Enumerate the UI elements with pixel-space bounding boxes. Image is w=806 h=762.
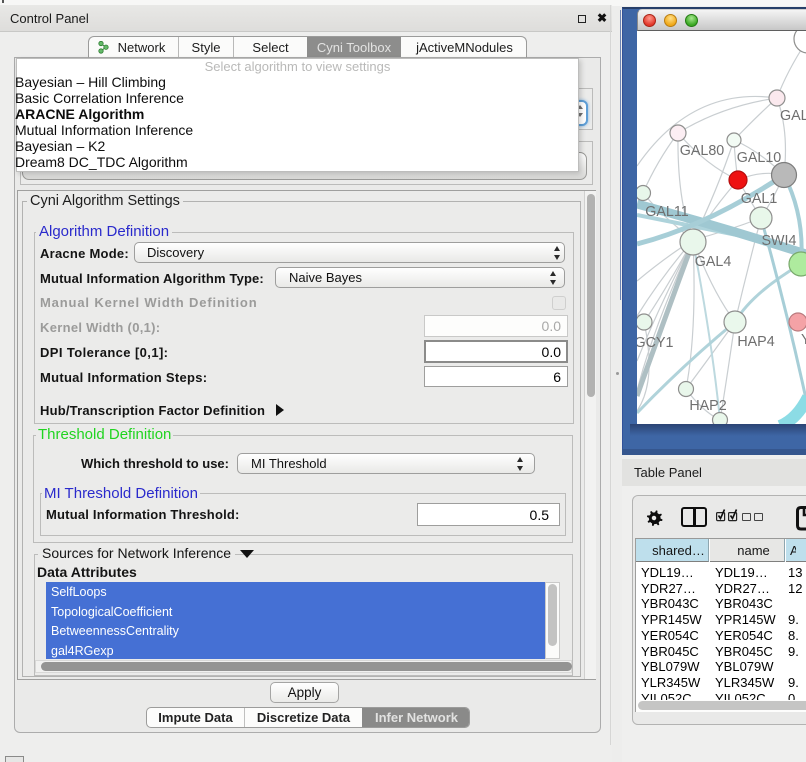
- svg-text:HAP2: HAP2: [689, 398, 726, 414]
- svg-text:GAL4: GAL4: [695, 254, 732, 270]
- svg-text:GCY1: GCY1: [637, 335, 674, 351]
- svg-text:GAL10: GAL10: [737, 150, 782, 166]
- svg-text:GAL80: GAL80: [680, 143, 725, 159]
- svg-text:GAL1: GAL1: [741, 191, 778, 207]
- svg-text:HAP4: HAP4: [737, 334, 774, 350]
- svg-text:Y: Y: [801, 332, 806, 348]
- svg-text:GAL7: GAL7: [780, 108, 806, 124]
- svg-text:SWI4: SWI4: [762, 233, 797, 249]
- svg-text:GAL11: GAL11: [645, 204, 688, 220]
